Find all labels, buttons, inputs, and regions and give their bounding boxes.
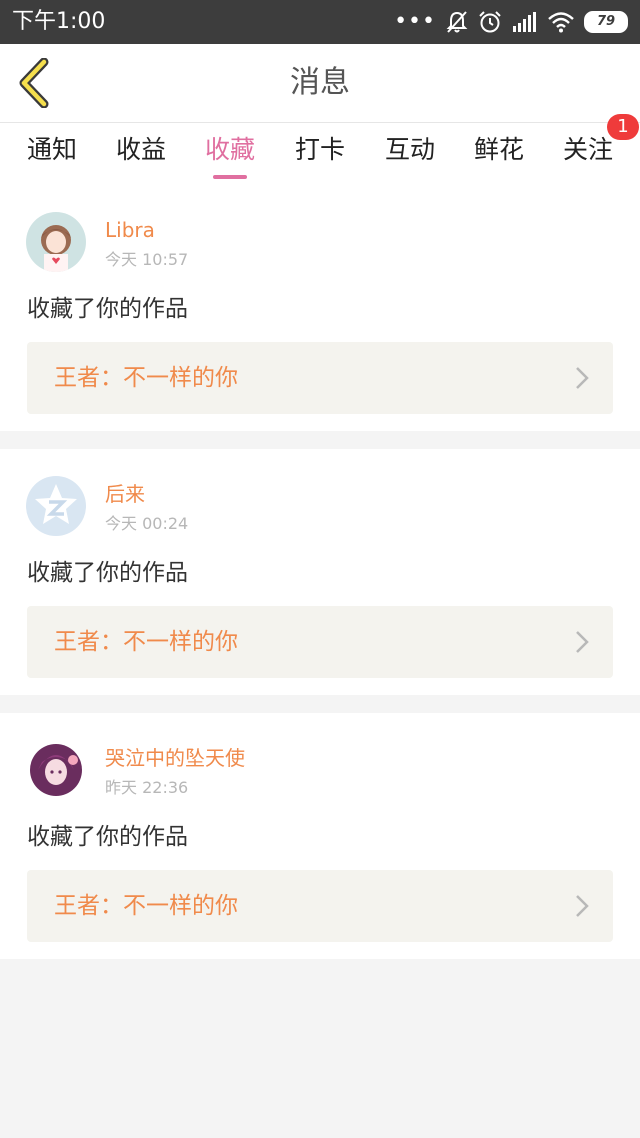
status-icons: ••• 79 <box>394 8 628 36</box>
more-dots-icon: ••• <box>394 9 436 34</box>
chevron-right-icon <box>576 367 589 389</box>
signal-icon <box>513 12 536 32</box>
tab-checkin[interactable]: 打卡 <box>280 133 360 167</box>
avatar[interactable] <box>26 212 86 272</box>
nav-bar: 消息 <box>0 44 640 123</box>
username[interactable]: 后来 <box>105 481 145 507</box>
work-link[interactable]: 王者：不一样的你 <box>27 870 613 942</box>
chevron-right-icon <box>576 631 589 653</box>
tab-bar: 通知 收益 收藏 打卡 互动 鲜花 关注 <box>0 123 640 185</box>
work-title: 王者：不一样的你 <box>54 629 238 655</box>
avatar[interactable] <box>26 740 86 800</box>
follow-badge: 1 <box>607 114 639 140</box>
work-link[interactable]: 王者：不一样的你 <box>27 342 613 414</box>
alarm-icon <box>479 11 501 33</box>
status-bar: 下午1:00 ••• 79 <box>0 0 640 44</box>
action-text: 收藏了你的作品 <box>27 560 188 586</box>
wifi-icon <box>548 12 574 33</box>
message-card: Libra 今天 10:57 收藏了你的作品 王者：不一样的你 <box>0 185 640 431</box>
active-tab-indicator <box>213 175 247 179</box>
page-title: 消息 <box>290 65 350 100</box>
username[interactable]: Libra <box>105 217 155 243</box>
chevron-right-icon <box>576 895 589 917</box>
tab-earnings[interactable]: 收益 <box>101 133 181 167</box>
timestamp: 昨天 22:36 <box>105 778 189 797</box>
tab-flowers[interactable]: 鲜花 <box>459 133 539 167</box>
message-card: 哭泣中的坠天使 昨天 22:36 收藏了你的作品 王者：不一样的你 <box>0 713 640 959</box>
status-time: 下午1:00 <box>12 9 106 34</box>
work-link[interactable]: 王者：不一样的你 <box>27 606 613 678</box>
tab-notifications[interactable]: 通知 <box>12 133 92 167</box>
timestamp: 今天 00:24 <box>105 514 189 533</box>
message-card: 后来 今天 00:24 收藏了你的作品 王者：不一样的你 <box>0 449 640 695</box>
tab-interaction[interactable]: 互动 <box>370 133 450 167</box>
battery-icon: 79 <box>584 11 628 33</box>
mute-bell-icon <box>446 11 468 33</box>
tab-favorites[interactable]: 收藏 <box>190 133 270 167</box>
work-title: 王者：不一样的你 <box>54 365 238 391</box>
action-text: 收藏了你的作品 <box>27 824 188 850</box>
work-title: 王者：不一样的你 <box>54 893 238 919</box>
avatar[interactable] <box>26 476 86 536</box>
action-text: 收藏了你的作品 <box>27 296 188 322</box>
timestamp: 今天 10:57 <box>105 250 189 269</box>
username[interactable]: 哭泣中的坠天使 <box>105 745 245 771</box>
